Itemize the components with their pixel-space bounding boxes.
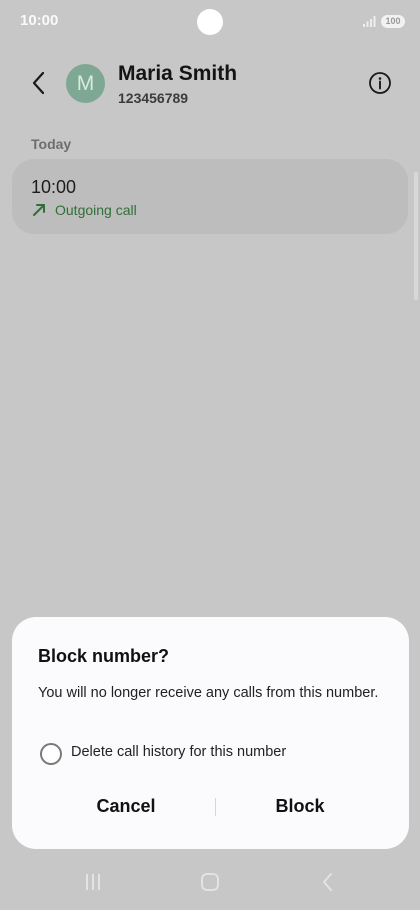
block-number-dialog: Block number? You will no longer receive…	[12, 617, 409, 849]
recents-icon[interactable]	[83, 873, 103, 891]
nav-back-icon[interactable]	[320, 872, 336, 892]
signal-icon	[363, 16, 376, 27]
delete-history-label[interactable]: Delete call history for this number	[71, 744, 286, 760]
outgoing-call-arrow-icon	[33, 204, 45, 216]
call-time: 10:00	[31, 177, 77, 197]
call-log-item[interactable]: 10:00 Outgoing call	[12, 159, 408, 234]
contact-number: 123456789	[118, 90, 189, 106]
cancel-button[interactable]: Cancel	[41, 785, 211, 827]
battery-icon: 100	[381, 15, 405, 28]
info-icon[interactable]	[368, 71, 392, 95]
dialog-title: Block number?	[38, 646, 170, 666]
avatar[interactable]: M	[66, 64, 105, 103]
status-time: 10:00	[20, 12, 59, 29]
home-icon[interactable]	[201, 873, 219, 891]
camera-cutout	[197, 9, 223, 35]
call-log-screen: 10:00 100 M Maria Smith 123456789 Today …	[0, 0, 420, 910]
call-type: Outgoing call	[55, 202, 137, 218]
block-button[interactable]: Block	[215, 785, 385, 827]
back-arrow-icon[interactable]	[26, 68, 52, 98]
section-label-today: Today	[31, 136, 72, 152]
scrollbar[interactable]	[414, 172, 418, 300]
contact-name: Maria Smith	[118, 62, 238, 85]
dialog-message: You will no longer receive any calls fro…	[38, 685, 379, 701]
delete-history-radio[interactable]	[40, 743, 62, 765]
